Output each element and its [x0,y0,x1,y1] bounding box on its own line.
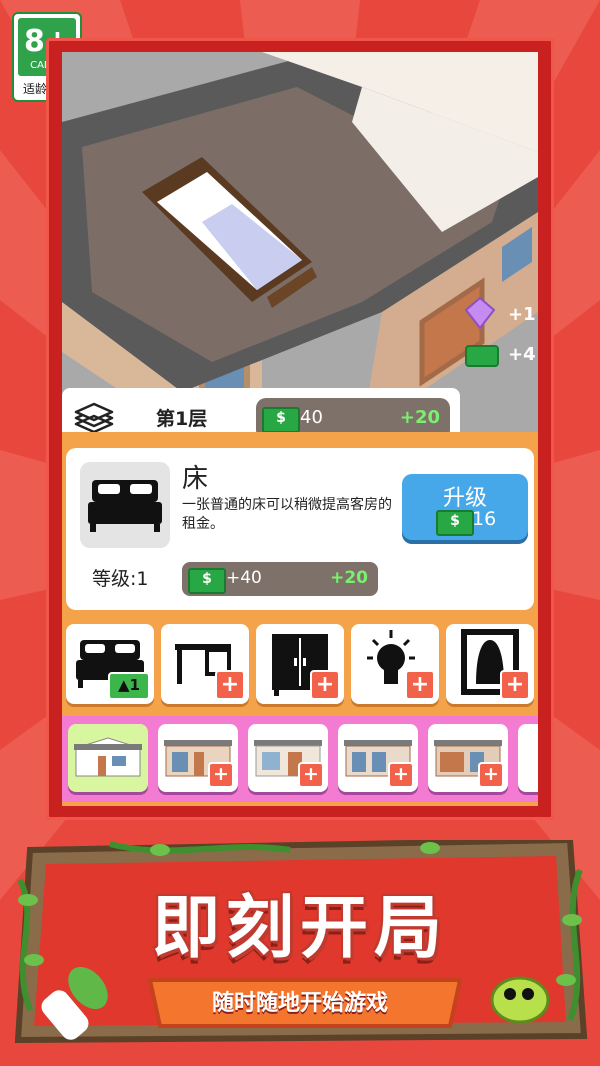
room-slot-2[interactable]: + [158,724,238,792]
upgrade-label: 升级 [442,486,487,511]
item-money-gain: +20 [330,568,368,588]
add-icon: + [215,670,245,700]
add-icon: + [500,670,530,700]
floor-money-gain: +20 [399,407,440,428]
game-screen: +1 +4 321 第1层 40 +20 [62,52,538,806]
cash-icon [262,407,300,433]
furniture-slot-bed[interactable]: ▲1 [66,624,154,704]
add-icon: + [405,670,435,700]
room-scene[interactable]: +1 +4 321 [62,52,538,432]
room-strip: + + + + [62,716,538,802]
furniture-slot-desk[interactable]: + [161,624,249,704]
add-icon: + [310,670,340,700]
cash-icon [436,510,474,536]
room-slot-4[interactable]: + [338,724,418,792]
cash-icon [188,568,226,594]
furniture-level-badge: ▲1 [108,672,150,700]
add-icon: + [388,762,414,788]
upgrade-button[interactable]: 升级 16 [402,474,528,540]
add-icon: + [208,762,234,788]
item-panel: 床 一张普通的床可以稍微提高客房的租金。 等级:1 +40 +20 升级 16 [62,432,538,806]
item-description: 一张普通的床可以稍微提高客房的租金。 [182,497,392,532]
furniture-slot-mirror[interactable]: + [446,624,534,704]
room-slot-5[interactable]: + [428,724,508,792]
room-slot-1[interactable] [68,724,148,792]
banner-title: 即刻开局 [151,889,448,968]
upgrade-cost: 16 [472,508,497,530]
bed-icon [88,480,162,532]
furniture-row: ▲1 + + + + [62,624,538,708]
banner-subtitle: 随时随地开始游戏 [211,991,388,1016]
add-icon: + [478,762,504,788]
item-level: 等级:1 [92,568,149,590]
item-money-box: +40 +20 [182,562,378,596]
room-slot-6[interactable] [518,724,538,792]
bug-mascot-icon [490,976,550,1024]
room-slot-3[interactable]: + [248,724,328,792]
cash-gain-text: +4 [508,344,536,365]
gem-gain-text: +1 [508,304,536,325]
item-money-value: +40 [226,568,262,588]
furniture-slot-lamp[interactable]: + [351,624,439,704]
add-icon: + [298,762,324,788]
furniture-slot-wardrobe[interactable]: + [256,624,344,704]
floor-money-value: 40 [300,407,323,428]
floor-label: 第1层 [156,408,208,430]
room-1-icon [74,737,142,777]
item-icon-box [80,462,170,548]
item-title: 床 [182,464,209,494]
item-card: 床 一张普通的床可以稍微提高客房的租金。 等级:1 +40 +20 升级 16 [66,448,534,610]
